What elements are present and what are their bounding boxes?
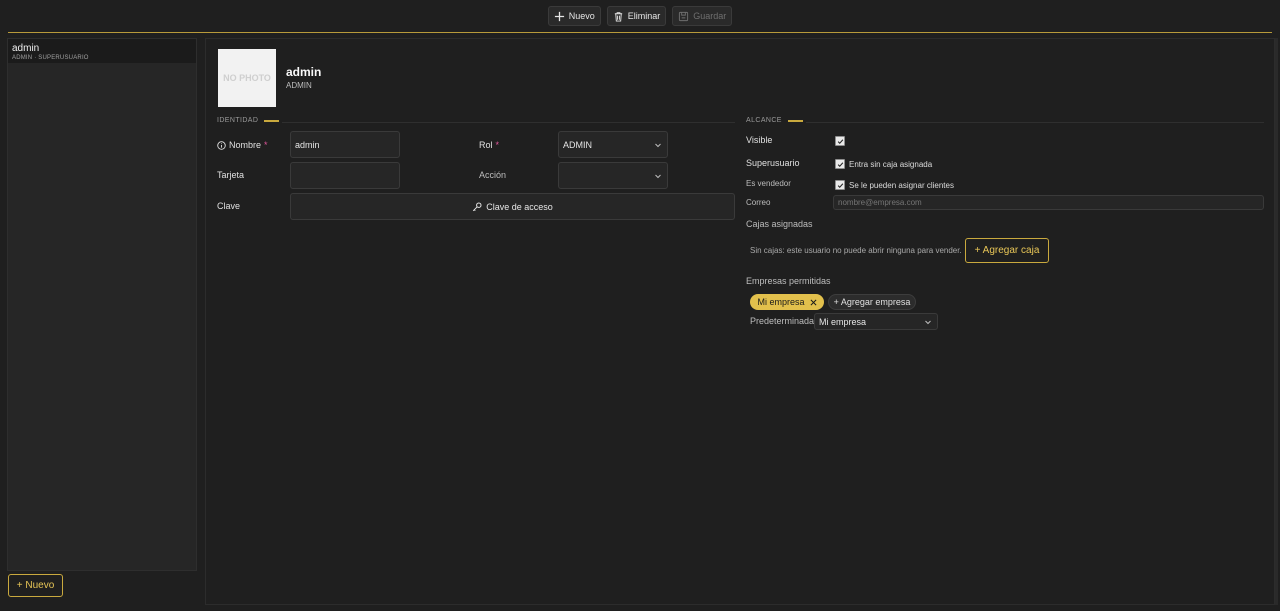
clave-label: Clave [217, 201, 240, 211]
save-button-label: Guardar [693, 11, 727, 21]
visible-checkbox-row [835, 136, 845, 146]
empresas-label: Empresas permitidas [746, 276, 831, 286]
accion-label-text: Acción [479, 170, 507, 180]
vendedor-label: Es vendedor [746, 179, 791, 188]
superusuario-label: Superusuario [746, 158, 800, 168]
chevron-down-icon [655, 174, 661, 178]
chevron-down-icon [925, 320, 931, 324]
user-list-item-subtitle: ADMIN · SUPERUSUARIO [12, 55, 89, 61]
visible-label-text: Visible [746, 135, 773, 145]
toolbar: Nuevo Eliminar Guardar [0, 0, 1280, 32]
rol-select[interactable]: ADMIN [558, 131, 668, 158]
nombre-label-text: Nombre [229, 140, 262, 150]
info-icon [217, 140, 226, 150]
superusuario-checkbox[interactable] [835, 159, 845, 169]
vendedor-checkbox[interactable] [835, 180, 845, 190]
add-caja-button[interactable]: + Agregar caja [965, 238, 1049, 263]
new-button[interactable]: Nuevo [547, 6, 601, 26]
photo-placeholder: NO PHOTO [223, 73, 271, 83]
section-title-identidad-text: IDENTIDAD [217, 117, 259, 124]
correo-input[interactable] [833, 195, 1264, 210]
checkmark-icon [837, 182, 843, 188]
predeterminada-label-text: Predeterminada: [750, 316, 817, 326]
section-divider [806, 122, 1264, 123]
plus-icon [554, 11, 564, 21]
section-accent-bar [264, 119, 280, 122]
toolbar-divider [8, 32, 1272, 33]
required-marker: * [495, 140, 500, 150]
section-title-identidad: IDENTIDAD [217, 117, 280, 124]
empresa-chip[interactable]: Mi empresa [750, 294, 824, 310]
superusuario-checkbox-row: Entra sin caja asignada [835, 159, 932, 169]
accion-select[interactable] [558, 162, 668, 189]
nombre-input[interactable]: admin [290, 131, 400, 158]
vendedor-option-text: Se le pueden asignar clientes [849, 180, 954, 190]
tarjeta-input[interactable] [290, 162, 400, 189]
superusuario-label-text: Superusuario [746, 158, 800, 168]
key-icon [473, 202, 482, 211]
rol-label-text: Rol [479, 140, 493, 150]
cajas-label: Cajas asignadas [746, 219, 813, 229]
correo-label-text: Correo [746, 198, 771, 207]
required-marker: * [264, 140, 268, 150]
vendedor-checkbox-row: Se le pueden asignar clientes [835, 180, 954, 190]
user-name-heading: admin [286, 65, 322, 79]
cajas-empty-note: Sin cajas: este usuario no puede abrir n… [750, 246, 962, 255]
chevron-down-icon [655, 143, 661, 147]
new-button-label: Nuevo [568, 11, 595, 21]
user-list-item-name: admin [12, 43, 40, 54]
section-title-alcance: ALCANCE [746, 117, 803, 124]
trash-icon [614, 11, 622, 22]
predeterminada-select[interactable]: Mi empresa [814, 313, 938, 330]
superusuario-option-text: Entra sin caja asignada [849, 159, 933, 169]
checkmark-icon [837, 138, 843, 144]
vendedor-label-text: Es vendedor [746, 179, 791, 188]
tarjeta-label: Tarjeta [217, 170, 244, 180]
user-role-subheading: ADMIN [286, 81, 312, 90]
correo-label: Correo [746, 198, 770, 207]
user-list: admin ADMIN · SUPERUSUARIO [7, 38, 197, 571]
clave-label-text: Clave [217, 201, 241, 211]
rol-label: Rol * [479, 140, 499, 150]
user-photo[interactable]: NO PHOTO [218, 49, 276, 107]
sidebar-new-button[interactable]: + Nuevo [8, 574, 63, 597]
clave-button-label: Clave de acceso [486, 201, 553, 212]
visible-checkbox[interactable] [835, 136, 845, 146]
empresa-chip-label: Mi empresa [757, 297, 805, 307]
clave-button[interactable]: Clave de acceso [290, 193, 735, 220]
checkmark-icon [837, 161, 843, 167]
empresas-label-text: Empresas permitidas [746, 276, 831, 286]
close-icon[interactable] [810, 299, 817, 306]
section-accent-bar [787, 119, 803, 122]
add-empresa-button[interactable]: + Agregar empresa [828, 294, 916, 310]
accion-label: Acción [479, 170, 506, 180]
visible-label: Visible [746, 135, 772, 145]
predeterminada-select-value: Mi empresa [819, 316, 867, 327]
scrollbar[interactable] [1275, 38, 1278, 605]
delete-button-label: Eliminar [627, 11, 661, 21]
predeterminada-label: Predeterminada: [750, 316, 817, 326]
tarjeta-label-text: Tarjeta [217, 170, 245, 180]
save-button[interactable]: Guardar [672, 6, 733, 26]
delete-button[interactable]: Eliminar [606, 6, 667, 26]
rol-select-value: ADMIN [563, 139, 592, 150]
user-list-item[interactable]: admin ADMIN · SUPERUSUARIO [8, 39, 196, 63]
section-divider [282, 122, 735, 123]
cajas-label-text: Cajas asignadas [746, 219, 813, 229]
section-title-alcance-text: ALCANCE [746, 117, 782, 124]
save-icon [679, 11, 689, 21]
nombre-label: Nombre * [217, 140, 268, 150]
user-detail-panel [205, 38, 1275, 605]
nombre-input-value: admin [295, 139, 320, 150]
